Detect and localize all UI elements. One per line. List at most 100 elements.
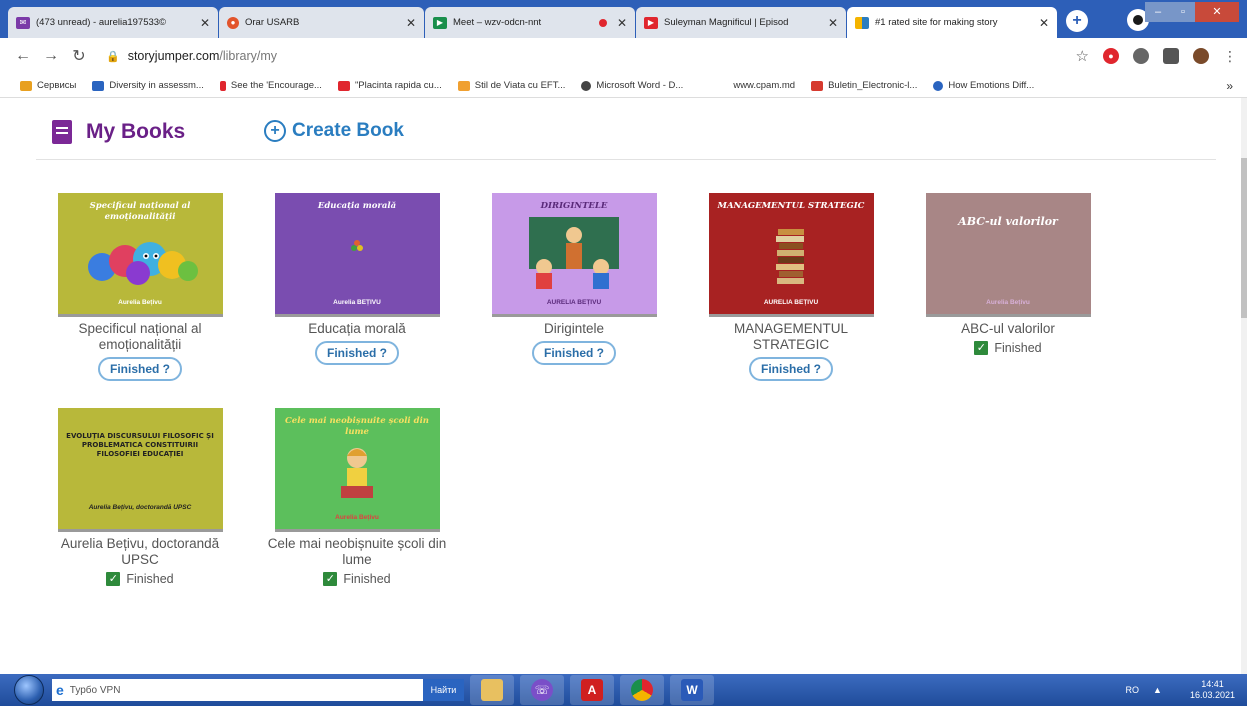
create-book-label: Create Book	[292, 120, 404, 141]
bookmark-emotions[interactable]: How Emotions Diff...	[933, 80, 1034, 91]
cover-title: MANAGEMENTUL STRATEGIC	[717, 201, 865, 211]
clock[interactable]: 14:41 16.03.2021	[1190, 679, 1235, 701]
book-title[interactable]: Dirigintele	[484, 321, 664, 337]
start-button[interactable]	[14, 675, 44, 705]
book-cover[interactable]: MANAGEMENTUL STRATEGIC AURELIA BEȚIVU	[708, 193, 874, 317]
taskbar-app-chrome[interactable]	[620, 675, 664, 705]
finished-question-button[interactable]: Finished ?	[315, 341, 399, 365]
address-bar: ← → ↻ 🔒 storyjumper.com/library/my ☆ ● ⋮	[0, 38, 1247, 74]
url-field[interactable]: storyjumper.com/library/my	[128, 49, 277, 63]
minimize-button[interactable]: –	[1145, 2, 1171, 22]
bookmark-encourage[interactable]: See the 'Encourage...	[219, 80, 322, 91]
user-avatar-icon[interactable]	[1193, 48, 1209, 64]
reload-icon[interactable]: ↻	[68, 46, 90, 66]
lock-icon[interactable]: 🔒	[106, 50, 120, 63]
browser-tab-bar: ✉ (473 unread) - aurelia197533© ✕ ● Orar…	[0, 0, 1247, 38]
book-cover[interactable]: Educația morală Aurelia BEȚIVU	[274, 193, 440, 317]
taskbar-app-viber[interactable]: ☏	[520, 675, 564, 705]
bookmark-placinta[interactable]: "Placinta rapida cu...	[337, 80, 442, 91]
cover-title: ABC-ul valorilor	[958, 215, 1058, 228]
tab-close-icon[interactable]: ✕	[200, 16, 210, 30]
finished-question-button[interactable]: Finished ?	[532, 341, 616, 365]
bookmark-diversity[interactable]: Diversity in assessm...	[92, 80, 204, 91]
language-indicator[interactable]: RO	[1126, 685, 1140, 695]
book-card[interactable]: MANAGEMENTUL STRATEGIC AURELIA BEȚIVU MA…	[701, 193, 881, 381]
my-books-heading[interactable]: My Books	[52, 120, 185, 144]
close-window-button[interactable]: ✕	[1195, 2, 1239, 22]
book-title[interactable]: MANAGEMENTUL STRATEGIC	[701, 321, 881, 353]
tab-storyjumper[interactable]: #1 rated site for making story ✕	[847, 7, 1057, 38]
tab-close-icon[interactable]: ✕	[1039, 16, 1049, 30]
book-card[interactable]: Specificul național al emoționalității A…	[50, 193, 230, 381]
finished-question-button[interactable]: Finished ?	[98, 357, 182, 381]
book-card[interactable]: DIRIGINTELE AURELIA BEȚIVU Dirigintele F…	[484, 193, 664, 365]
tab-close-icon[interactable]: ✕	[406, 16, 416, 30]
tray-arrow-icon[interactable]: ▲	[1153, 685, 1162, 695]
new-tab-button[interactable]: +	[1066, 10, 1088, 32]
bookmark-buletin[interactable]: Buletin_Electronic-l...	[811, 80, 917, 91]
bookmark-word[interactable]: Microsoft Word - D...	[581, 80, 683, 91]
extension-icon[interactable]	[1133, 48, 1149, 64]
tab-orar[interactable]: ● Orar USARB ✕	[219, 7, 424, 38]
book-title[interactable]: Aurelia Bețivu, doctorandă UPSC	[50, 536, 230, 568]
page-scrollbar[interactable]	[1241, 98, 1247, 674]
bookmark-star-icon[interactable]: ☆	[1076, 47, 1089, 65]
bookmark-label: Сервисы	[37, 80, 77, 91]
book-card[interactable]: EVOLUȚIA DISCURSULUI FILOSOFIC ȘI PROBLE…	[50, 408, 230, 586]
cover-author: Aurelia Bețivu	[335, 514, 379, 521]
book-cover[interactable]: ABC-ul valorilor Aurelia Bețivu	[925, 193, 1091, 317]
flower-illustration	[350, 240, 363, 251]
tab-youtube[interactable]: ▶ Suleyman Magnificul | Episod ✕	[636, 7, 846, 38]
tab-close-icon[interactable]: ✕	[828, 16, 838, 30]
book-title[interactable]: Cele mai neobișnuite școli din lume	[267, 536, 447, 568]
tab-title: (473 unread) - aurelia197533©	[36, 17, 167, 28]
play-circle-icon	[933, 80, 944, 91]
finished-question-button[interactable]: Finished ?	[749, 357, 833, 381]
menu-kebab-icon[interactable]: ⋮	[1223, 48, 1237, 65]
bookmark-label: Microsoft Word - D...	[596, 80, 684, 91]
tab-close-icon[interactable]: ✕	[617, 16, 627, 30]
book-cover[interactable]: EVOLUȚIA DISCURSULUI FILOSOFIC ȘI PROBLE…	[57, 408, 223, 532]
acrobat-icon: A	[581, 679, 603, 701]
book-card[interactable]: Cele mai neobișnuite școli din lume Aure…	[267, 408, 447, 586]
bookmark-label: See the 'Encourage...	[230, 80, 322, 91]
finished-status[interactable]: ✓ Finished	[918, 341, 1098, 355]
bookmarks-more-button[interactable]: »	[1226, 79, 1233, 93]
maximize-button[interactable]: ▫	[1171, 2, 1195, 22]
taskbar-app-explorer[interactable]	[470, 675, 514, 705]
book-title[interactable]: ABC-ul valorilor	[918, 321, 1098, 337]
adblock-icon[interactable]: ●	[1103, 48, 1119, 64]
book-title[interactable]: Specificul național al emoționalității	[50, 321, 230, 353]
bookmark-services[interactable]: Сервисы	[20, 80, 76, 91]
forward-icon[interactable]: →	[40, 47, 62, 65]
taskbar-app-acrobat[interactable]: A	[570, 675, 614, 705]
taskbar-search-field[interactable]: e Турбо VPN	[52, 679, 422, 701]
book-icon	[52, 120, 72, 144]
create-book-button[interactable]: + Create Book	[264, 120, 404, 142]
windows-taskbar: e Турбо VPN Найти ☏ A W RO ▲ 14:41 16.03…	[0, 674, 1247, 706]
tab-gmail[interactable]: ✉ (473 unread) - aurelia197533© ✕	[8, 7, 218, 38]
book-cover[interactable]: Cele mai neobișnuite școli din lume Aure…	[274, 408, 440, 532]
bookmark-cpam[interactable]: www.cpam.md	[733, 80, 795, 91]
scrollbar-thumb[interactable]	[1241, 158, 1247, 318]
books-stack-illustration	[775, 229, 804, 284]
cover-author: Aurelia BEȚIVU	[333, 299, 381, 306]
book-title[interactable]: Educația morală	[267, 321, 447, 337]
finished-status[interactable]: ✓ Finished	[50, 572, 230, 586]
checkbox-checked-icon[interactable]: ✓	[323, 572, 338, 586]
checkbox-checked-icon[interactable]: ✓	[974, 341, 989, 355]
finished-status[interactable]: ✓ Finished	[267, 572, 447, 586]
taskbar-app-word[interactable]: W	[670, 675, 714, 705]
search-go-button[interactable]: Найти	[422, 679, 464, 701]
book-cover[interactable]: DIRIGINTELE AURELIA BEȚIVU	[491, 193, 657, 317]
cover-title: EVOLUȚIA DISCURSULUI FILOSOFIC ȘI PROBLE…	[66, 432, 214, 459]
book-card[interactable]: ABC-ul valorilor Aurelia Bețivu ABC-ul v…	[918, 193, 1098, 355]
book-cover[interactable]: Specificul național al emoționalității A…	[57, 193, 223, 317]
book-card[interactable]: Educația morală Aurelia BEȚIVU Educația …	[267, 193, 447, 365]
puzzle-icon[interactable]	[1163, 48, 1179, 64]
checkbox-checked-icon[interactable]: ✓	[106, 572, 121, 586]
back-icon[interactable]: ←	[12, 47, 34, 65]
meet-icon: ▶	[433, 16, 447, 29]
bookmark-eft[interactable]: Stil de Viata cu EFT...	[457, 80, 565, 91]
tab-meet[interactable]: ▶ Meet – wzv-odcn-nnt ✕	[425, 7, 635, 38]
